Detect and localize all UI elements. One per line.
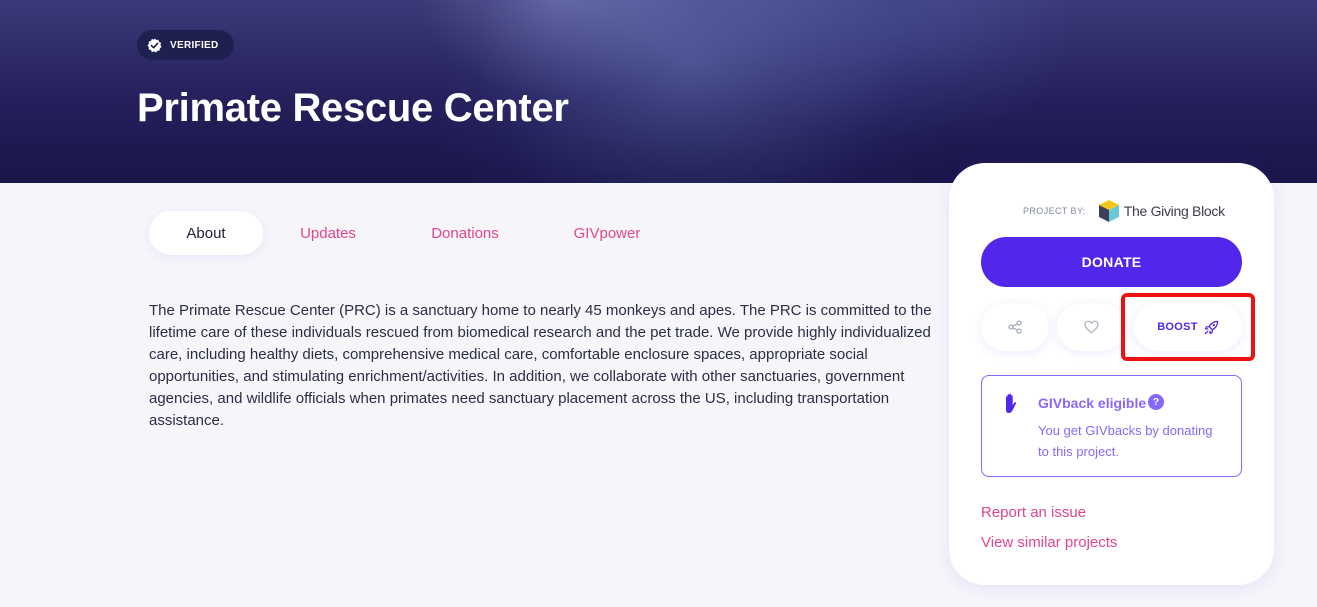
project-tabs: About Updates Donations GIVpower: [149, 211, 677, 255]
raised-hand-icon: [1006, 393, 1017, 413]
project-by-label: PROJECT BY:: [1023, 206, 1086, 216]
share-icon: [1008, 320, 1022, 334]
giving-block-cube-icon: [1098, 200, 1119, 222]
verified-check-icon: [147, 37, 162, 53]
report-issue-link[interactable]: Report an issue: [981, 504, 1086, 521]
tab-givpower[interactable]: GIVpower: [537, 211, 677, 255]
project-by: PROJECT BY: The Giving Block: [1023, 199, 1225, 223]
givback-eligible-box: GIVback eligible ? You get GIVbacks by d…: [981, 375, 1242, 477]
view-similar-projects-link[interactable]: View similar projects: [981, 534, 1117, 551]
share-button[interactable]: [981, 303, 1049, 351]
givback-description: You get GIVbacks by donating to this pro…: [1038, 423, 1213, 459]
organization-name: The Giving Block: [1123, 203, 1225, 219]
project-title: Primate Rescue Center: [137, 86, 569, 130]
givback-title: GIVback eligible: [1038, 395, 1147, 411]
heart-icon: [1083, 320, 1099, 334]
verified-label: VERIFIED: [170, 39, 219, 51]
verified-badge: VERIFIED: [137, 30, 234, 60]
tab-updates[interactable]: Updates: [263, 211, 393, 255]
like-button[interactable]: [1057, 303, 1125, 351]
project-description: The Primate Rescue Center (PRC) is a san…: [149, 302, 932, 429]
boost-label: BOOST: [1157, 321, 1198, 333]
giving-block-logo[interactable]: The Giving Block: [1098, 199, 1225, 223]
help-icon[interactable]: ?: [1148, 394, 1164, 410]
boost-button[interactable]: BOOST: [1134, 303, 1242, 351]
donate-side-card: PROJECT BY: The Giving Block DONATE BOOS…: [949, 163, 1274, 585]
donate-button[interactable]: DONATE: [981, 237, 1242, 287]
rocket-icon: [1204, 320, 1219, 334]
tab-about[interactable]: About: [149, 211, 263, 255]
tab-donations[interactable]: Donations: [393, 211, 537, 255]
project-hero-banner: VERIFIED Primate Rescue Center: [0, 0, 1317, 183]
